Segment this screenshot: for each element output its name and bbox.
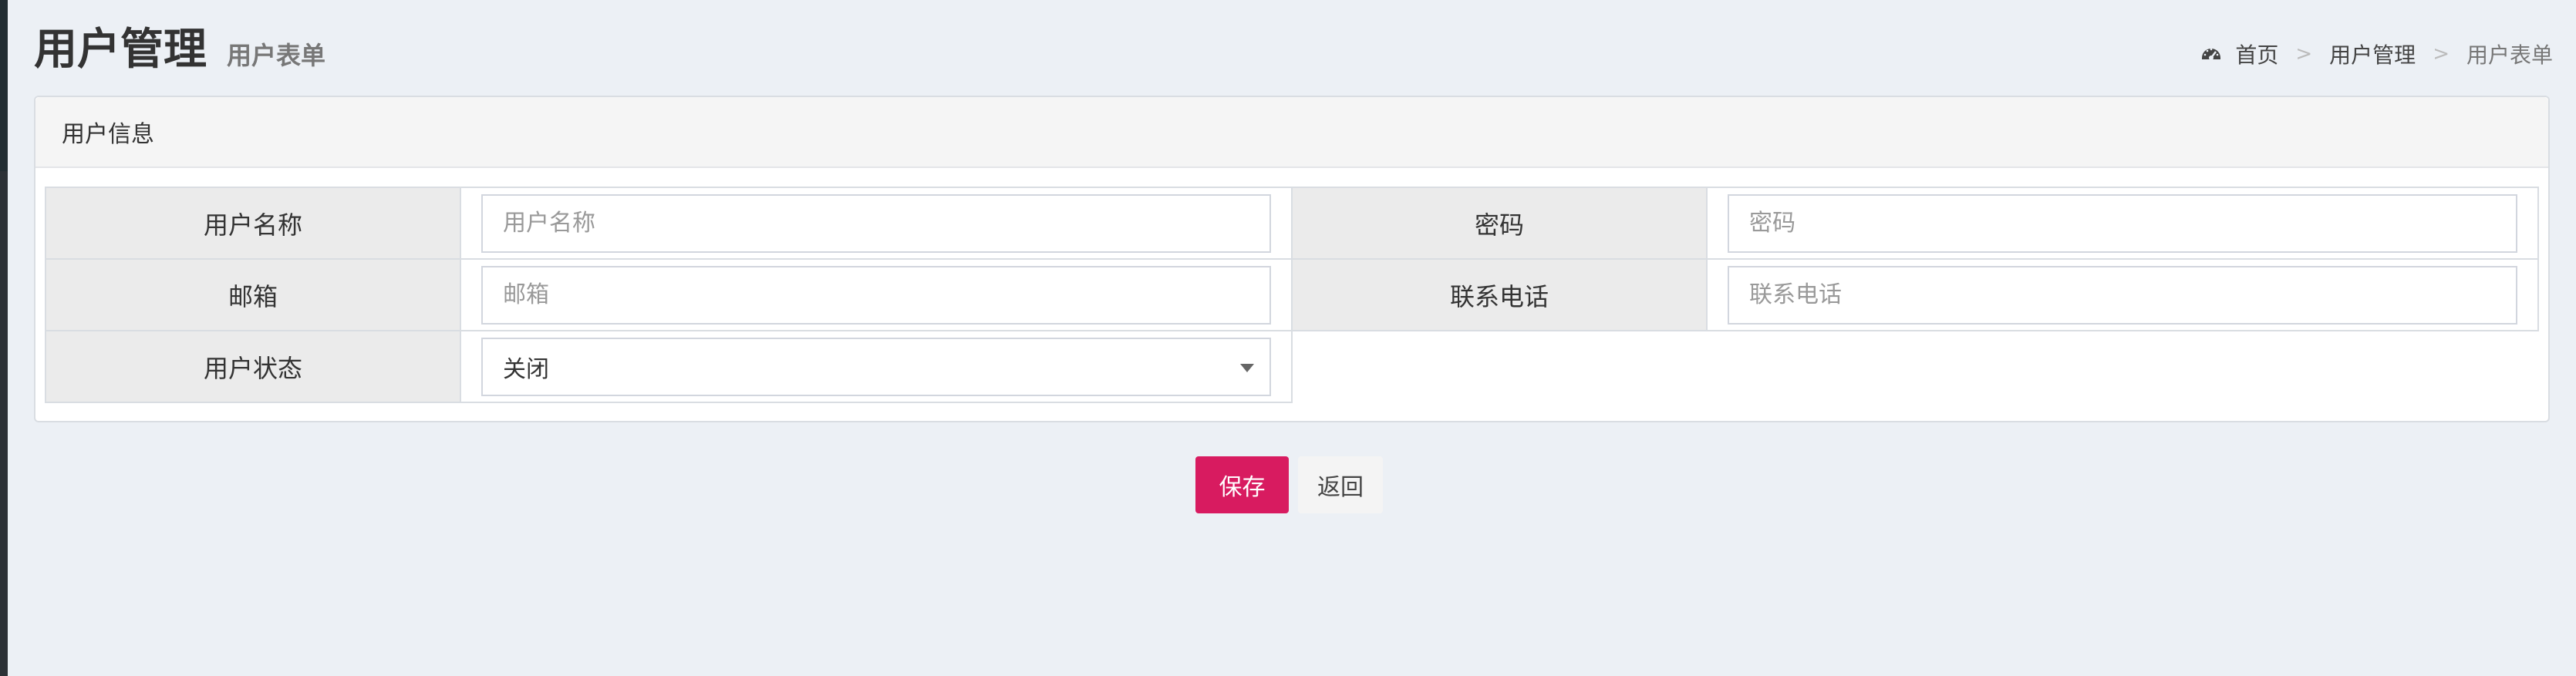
breadcrumb-user-management[interactable]: 用户管理 [2329,39,2416,69]
page-title: 用户管理 用户表单 [34,23,325,77]
chevron-down-icon [1240,363,1254,372]
sidebar-edge [0,0,8,676]
breadcrumb: 首页 > 用户管理 > 用户表单 [2200,39,2553,69]
breadcrumb-separator: > [2295,42,2313,66]
form-actions: 保存 返回 [1195,456,1383,513]
email-cell [460,258,1293,331]
page-subtitle: 用户表单 [227,41,326,70]
form-row: 用户状态 关闭 [45,330,2538,403]
status-selected-value: 关闭 [503,355,549,383]
email-label: 邮箱 [45,258,461,331]
page-title-main: 用户管理 [34,25,207,75]
form-row: 邮箱 联系电话 [45,258,2539,331]
username-input[interactable] [481,193,1271,253]
form-row: 用户名称 密码 [45,187,2539,260]
email-input[interactable] [481,265,1271,325]
phone-input[interactable] [1728,265,2517,325]
password-label: 密码 [1291,187,1708,260]
status-cell: 关闭 [460,330,1293,403]
save-button[interactable]: 保存 [1195,456,1289,513]
status-label: 用户状态 [45,330,461,403]
phone-label: 联系电话 [1291,258,1708,331]
breadcrumb-current: 用户表单 [2466,42,2553,68]
back-button[interactable]: 返回 [1298,456,1383,513]
content-header: 用户管理 用户表单 首页 > 用户管理 > 用户表单 [34,23,2553,77]
empty-cell [1291,331,2538,402]
breadcrumb-home[interactable]: 首页 [2235,39,2278,69]
dashboard-icon [2202,48,2221,60]
breadcrumb-separator: > [2433,42,2450,66]
user-info-box: 用户信息 用户名称 密码 邮箱 联系电话 用户状态 [34,96,2550,422]
phone-cell [1706,258,2539,331]
password-input[interactable] [1728,193,2517,253]
sidebar-edge-top [0,0,8,171]
user-form-table: 用户名称 密码 邮箱 联系电话 用户状态 关闭 [45,187,2539,403]
status-select[interactable]: 关闭 [481,337,1271,396]
username-cell [460,187,1293,260]
password-cell [1706,187,2539,260]
username-label: 用户名称 [45,187,461,260]
box-title: 用户信息 [35,97,2548,168]
